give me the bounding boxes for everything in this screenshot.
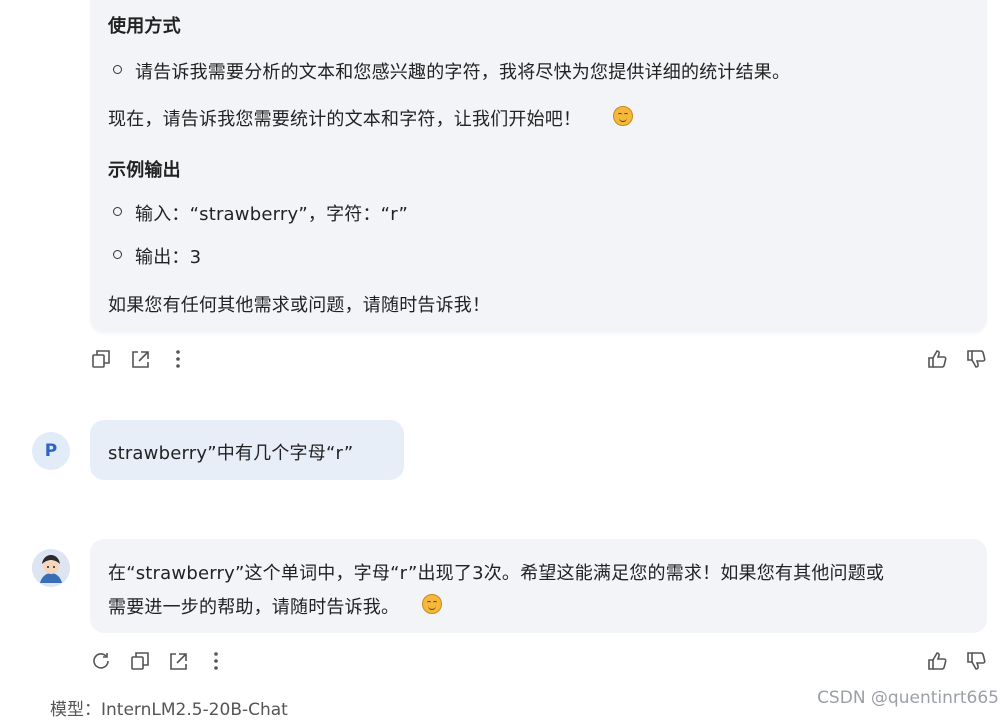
user-avatar: P [32,432,70,470]
assistant-message-bubble [90,0,987,332]
usage-heading: 使用方式 [108,16,181,37]
bot-avatar [32,549,70,587]
closing-text: 如果您有任何其他需求或问题，请随时告诉我！ [108,295,491,316]
example-input: 输入：“strawberry”，字符：“r” [135,204,409,225]
bullet [113,65,122,74]
share-icon[interactable] [167,650,189,672]
now-text: 现在，请告诉我您需要统计的文本和字符，让我们开始吧！ [108,109,582,130]
bullet [113,250,122,259]
share-icon[interactable] [129,348,151,370]
smile-emoji-icon [422,594,442,614]
example-heading: 示例输出 [108,160,181,181]
thumbs-up-icon[interactable] [926,348,948,370]
model-label: 模型：InternLM2.5-20B-Chat [50,700,288,720]
more-icon[interactable] [205,650,227,672]
example-output: 输出：3 [135,247,202,268]
user-message-text: strawberry”中有几个字母“r” [108,443,354,464]
regenerate-icon[interactable] [90,650,112,672]
bullet [113,207,122,216]
copy-icon[interactable] [90,348,112,370]
thumbs-down-icon[interactable] [965,348,987,370]
usage-item: 请告诉我需要分析的文本和您感兴趣的字符，我将尽快为您提供详细的统计结果。 [135,62,791,83]
more-icon[interactable] [167,348,189,370]
thumbs-up-icon[interactable] [926,650,948,672]
reply-line-2: 需要进一步的帮助，请随时告诉我。 [108,597,400,618]
reply-line-1: 在“strawberry”这个单词中，字母“r”出现了3次。希望这能满足您的需求… [108,563,885,584]
copy-icon[interactable] [129,650,151,672]
smile-emoji-icon [613,106,633,126]
thumbs-down-icon[interactable] [965,650,987,672]
watermark: CSDN @quentinrt665 [817,688,999,708]
